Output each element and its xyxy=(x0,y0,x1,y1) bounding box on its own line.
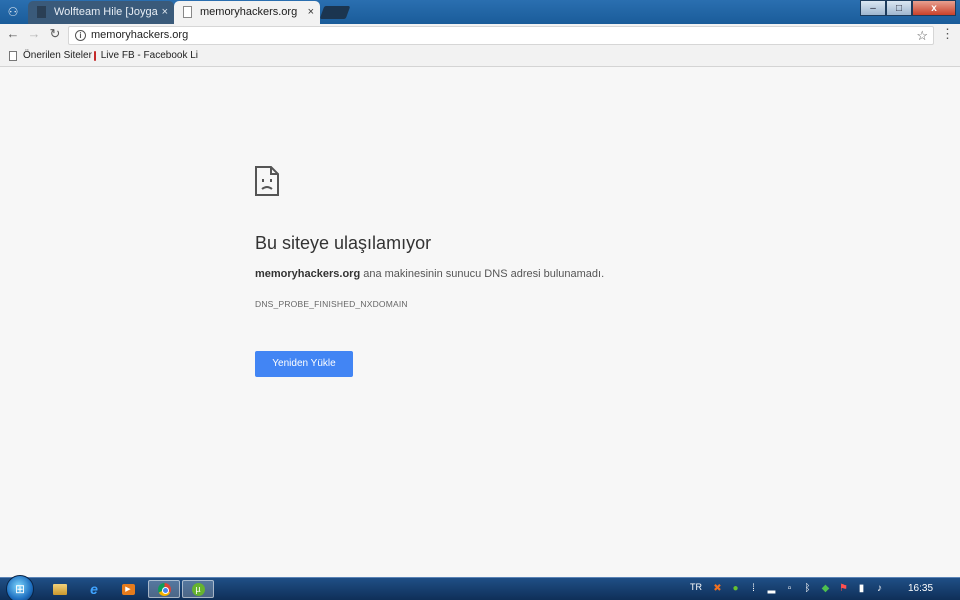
tab-close-icon[interactable]: × xyxy=(308,1,314,23)
tray-flag-icon[interactable]: ⚑ xyxy=(838,583,849,594)
media-player-icon: ▶ xyxy=(121,583,135,595)
url-text[interactable]: memoryhackers.org xyxy=(91,29,188,41)
info-icon[interactable]: i xyxy=(75,30,86,41)
error-description: memoryhackers.org ana makinesinin sunucu… xyxy=(255,268,604,280)
facebook-live-icon xyxy=(94,50,96,61)
start-button[interactable]: ⊞ xyxy=(6,575,34,600)
tray-app-icon[interactable]: ✖ xyxy=(712,583,723,594)
error-code: DNS_PROBE_FINISHED_NXDOMAIN xyxy=(255,299,408,309)
taskbar-internet-explorer[interactable]: e xyxy=(78,580,110,598)
reload-icon[interactable]: ↻ xyxy=(47,26,63,42)
internet-explorer-icon: e xyxy=(90,581,98,597)
taskbar-explorer[interactable] xyxy=(44,580,76,598)
tab-wolfteam[interactable]: Wolfteam Hile [Joygame × xyxy=(28,1,174,24)
windows-taskbar: ⊞ e ▶ µ TR ✖ ● ⁞ ▂ ▫ ᛒ ◆ ⚑ ▮ ♪ 16:35 xyxy=(0,575,960,600)
error-title: Bu siteye ulaşılamıyor xyxy=(255,233,432,253)
tab-favicon xyxy=(37,6,46,18)
tab-favicon xyxy=(183,6,192,18)
taskbar-media-player[interactable]: ▶ xyxy=(112,580,144,598)
window-controls: – □ x xyxy=(860,0,956,16)
back-arrow-icon[interactable]: ← xyxy=(5,26,21,42)
page-content: Bu siteye ulaşılamıyor memoryhackers.org… xyxy=(0,67,960,577)
tab-label: Wolfteam Hile [Joygame xyxy=(54,6,158,18)
taskbar-chrome[interactable] xyxy=(148,580,180,598)
language-indicator[interactable]: TR xyxy=(690,582,702,592)
tray-utorrent-icon[interactable]: ● xyxy=(730,583,741,594)
minimize-button[interactable]: – xyxy=(860,0,886,16)
tray-battery-icon[interactable]: ▮ xyxy=(856,583,867,594)
browser-toolbar: ← → ↻ i memoryhackers.org ☆ ⋮ xyxy=(0,24,960,46)
sad-document-icon xyxy=(255,166,279,196)
tab-label: memoryhackers.org xyxy=(200,6,298,18)
bookmark-suggested-sites[interactable]: Önerilen Siteler xyxy=(9,50,92,61)
bookmark-label: Önerilen Siteler xyxy=(23,50,92,61)
address-bar[interactable]: i memoryhackers.org ☆ xyxy=(68,26,934,45)
forward-arrow-icon[interactable]: → xyxy=(26,26,42,42)
new-tab-button[interactable] xyxy=(319,6,351,19)
tray-security-icon[interactable]: ◆ xyxy=(820,583,831,594)
page-icon xyxy=(9,50,17,61)
tray-device-icon[interactable]: ▫ xyxy=(784,583,795,594)
error-host: memoryhackers.org xyxy=(255,268,361,280)
taskbar-clock[interactable]: 16:35 xyxy=(908,583,933,594)
bookmark-star-icon[interactable]: ☆ xyxy=(916,27,928,44)
browser-menu-icon[interactable]: ⋮ xyxy=(941,27,954,41)
error-message: ana makinesinin sunucu DNS adresi buluna… xyxy=(360,268,605,280)
signal-bars-icon[interactable]: ▂ xyxy=(766,583,777,594)
reload-button[interactable]: Yeniden Yükle xyxy=(255,351,353,377)
folder-icon xyxy=(53,583,67,595)
browser-titlebar: ⚇ Wolfteam Hile [Joygame × memoryhackers… xyxy=(0,0,960,24)
bookmarks-bar: Önerilen Siteler Live FB - Facebook Li xyxy=(0,46,960,67)
bookmark-label: Live FB - Facebook Li xyxy=(100,50,198,61)
chrome-icon xyxy=(157,582,171,596)
utorrent-icon: µ xyxy=(191,582,205,596)
incognito-icon: ⚇ xyxy=(7,5,19,19)
volume-icon[interactable]: ♪ xyxy=(874,583,885,594)
tray-network-icon[interactable]: ⁞ xyxy=(748,583,759,594)
tab-memoryhackers[interactable]: memoryhackers.org × xyxy=(174,1,320,24)
bookmark-live-fb[interactable]: Live FB - Facebook Li xyxy=(94,50,198,61)
tab-close-icon[interactable]: × xyxy=(162,1,168,23)
bluetooth-icon[interactable]: ᛒ xyxy=(802,583,813,594)
close-window-button[interactable]: x xyxy=(912,0,956,16)
maximize-button[interactable]: □ xyxy=(886,0,912,16)
taskbar-utorrent[interactable]: µ xyxy=(182,580,214,598)
